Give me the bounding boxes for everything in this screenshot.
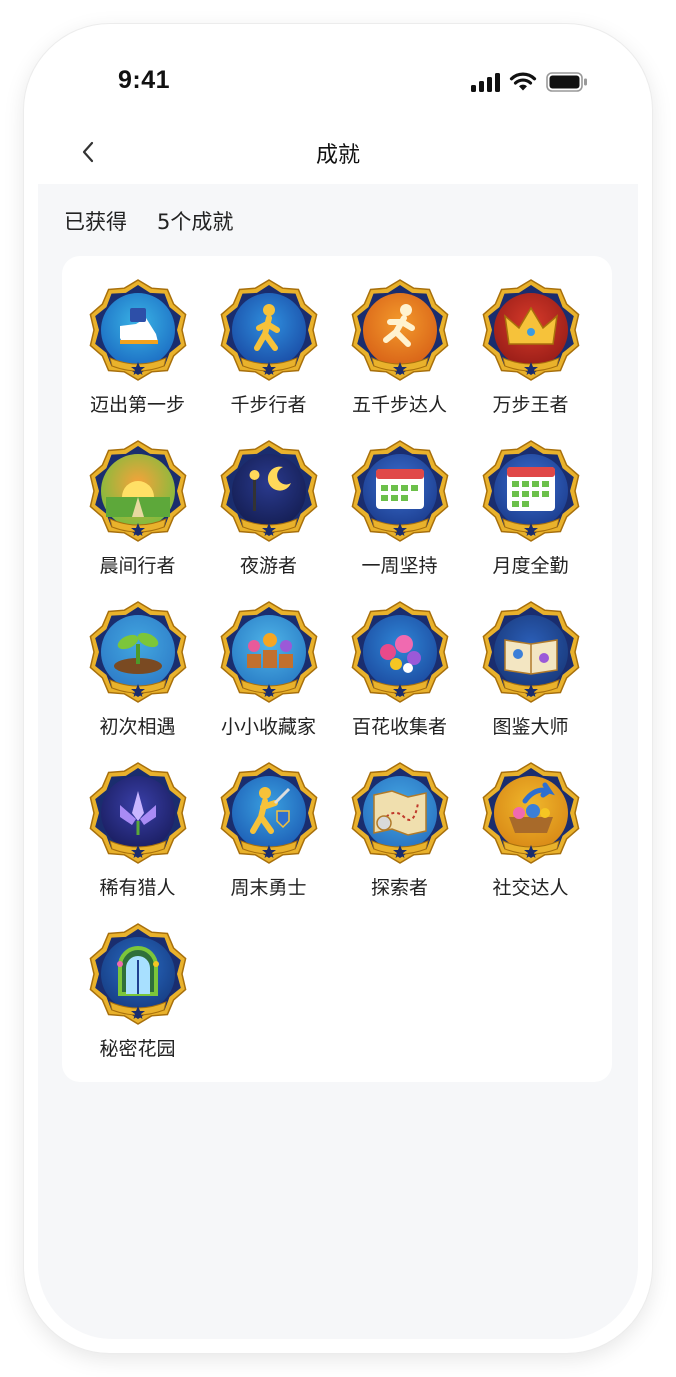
achievement-item[interactable]: 图鉴大师 — [465, 600, 596, 761]
moon-lamp-icon — [220, 440, 317, 542]
achievement-label: 万步王者 — [492, 394, 569, 416]
achievement-item[interactable]: 月度全勤 — [465, 439, 596, 600]
crown-icon — [482, 279, 579, 381]
garden-gate-icon — [89, 923, 186, 1025]
achievement-label: 秘密花园 — [99, 1038, 176, 1060]
achievement-item[interactable]: 小小收藏家 — [203, 600, 334, 761]
achievement-grid: 迈出第一步 千步行者 五千步达人 万步王者晨间行者 夜游者 一周坚持 月度全勤初次相遇 小小收… — [72, 278, 602, 1083]
achievement-label: 图鉴大师 — [492, 716, 569, 738]
achievement-item[interactable]: 稀有猎人 — [72, 761, 203, 922]
sneaker-step-icon — [89, 279, 186, 381]
crystal-lotus-icon — [89, 762, 186, 864]
wifi-icon — [509, 72, 537, 91]
cellular-signal-icon — [471, 73, 500, 92]
treasure-map-icon — [351, 762, 448, 864]
achievements-card: 迈出第一步 千步行者 五千步达人 万步王者晨间行者 夜游者 一周坚持 月度全勤初次相遇 小小收… — [62, 256, 612, 1082]
status-icons — [470, 72, 588, 92]
achievement-item[interactable]: 初次相遇 — [72, 600, 203, 761]
achievement-item[interactable]: 社交达人 — [465, 761, 596, 922]
month-calendar-icon — [482, 440, 579, 542]
achievement-item[interactable]: 夜游者 — [203, 439, 334, 600]
achievement-item[interactable]: 探索者 — [334, 761, 465, 922]
achievement-summary: 已获得 5个成就 — [64, 206, 233, 236]
achievement-label: 初次相遇 — [99, 716, 176, 738]
achievement-item[interactable]: 一周坚持 — [334, 439, 465, 600]
achievement-item[interactable]: 晨间行者 — [72, 439, 203, 600]
achievement-label: 小小收藏家 — [220, 716, 316, 738]
battery-icon — [546, 72, 587, 92]
achievement-label: 五千步达人 — [351, 394, 447, 416]
achievement-label: 迈出第一步 — [89, 394, 185, 416]
achievement-label: 月度全勤 — [492, 555, 569, 577]
achievement-item[interactable]: 万步王者 — [465, 278, 596, 439]
achievement-item[interactable]: 千步行者 — [203, 278, 334, 439]
summary-label: 已获得 — [64, 210, 127, 234]
achievement-label: 夜游者 — [239, 555, 297, 577]
achievement-label: 晨间行者 — [99, 555, 176, 577]
achievement-label: 千步行者 — [230, 394, 307, 416]
achievement-label: 社交达人 — [492, 877, 569, 899]
achievement-label: 探索者 — [370, 877, 428, 899]
walking-person-icon — [220, 279, 317, 381]
share-basket-icon — [482, 762, 579, 864]
achievement-label: 百花收集者 — [351, 716, 447, 738]
achievement-label: 一周坚持 — [361, 555, 438, 577]
warrior-icon — [220, 762, 317, 864]
status-time: 9:41 — [118, 66, 171, 94]
achievement-label: 周末勇士 — [230, 877, 307, 899]
potted-flowers-icon — [220, 601, 317, 703]
flower-bouquet-icon — [351, 601, 448, 703]
summary-count: 5个成就 — [157, 210, 234, 234]
page-title: 成就 — [315, 143, 360, 168]
sprout-icon — [89, 601, 186, 703]
achievement-label: 稀有猎人 — [99, 877, 176, 899]
achievement-item[interactable]: 迈出第一步 — [72, 278, 203, 439]
achievement-item[interactable]: 秘密花园 — [72, 922, 203, 1083]
phone-frame: 9:41 成就 已获得 5个成就 迈出第一步 千步行者 五千步达人 万步王者晨间行者 夜… — [24, 24, 652, 1353]
running-person-icon — [351, 279, 448, 381]
achievement-item[interactable]: 周末勇士 — [203, 761, 334, 922]
sunrise-icon — [89, 440, 186, 542]
week-calendar-icon — [351, 440, 448, 542]
achievement-item[interactable]: 百花收集者 — [334, 600, 465, 761]
flower-book-icon — [482, 601, 579, 703]
achievement-item[interactable]: 五千步达人 — [334, 278, 465, 439]
